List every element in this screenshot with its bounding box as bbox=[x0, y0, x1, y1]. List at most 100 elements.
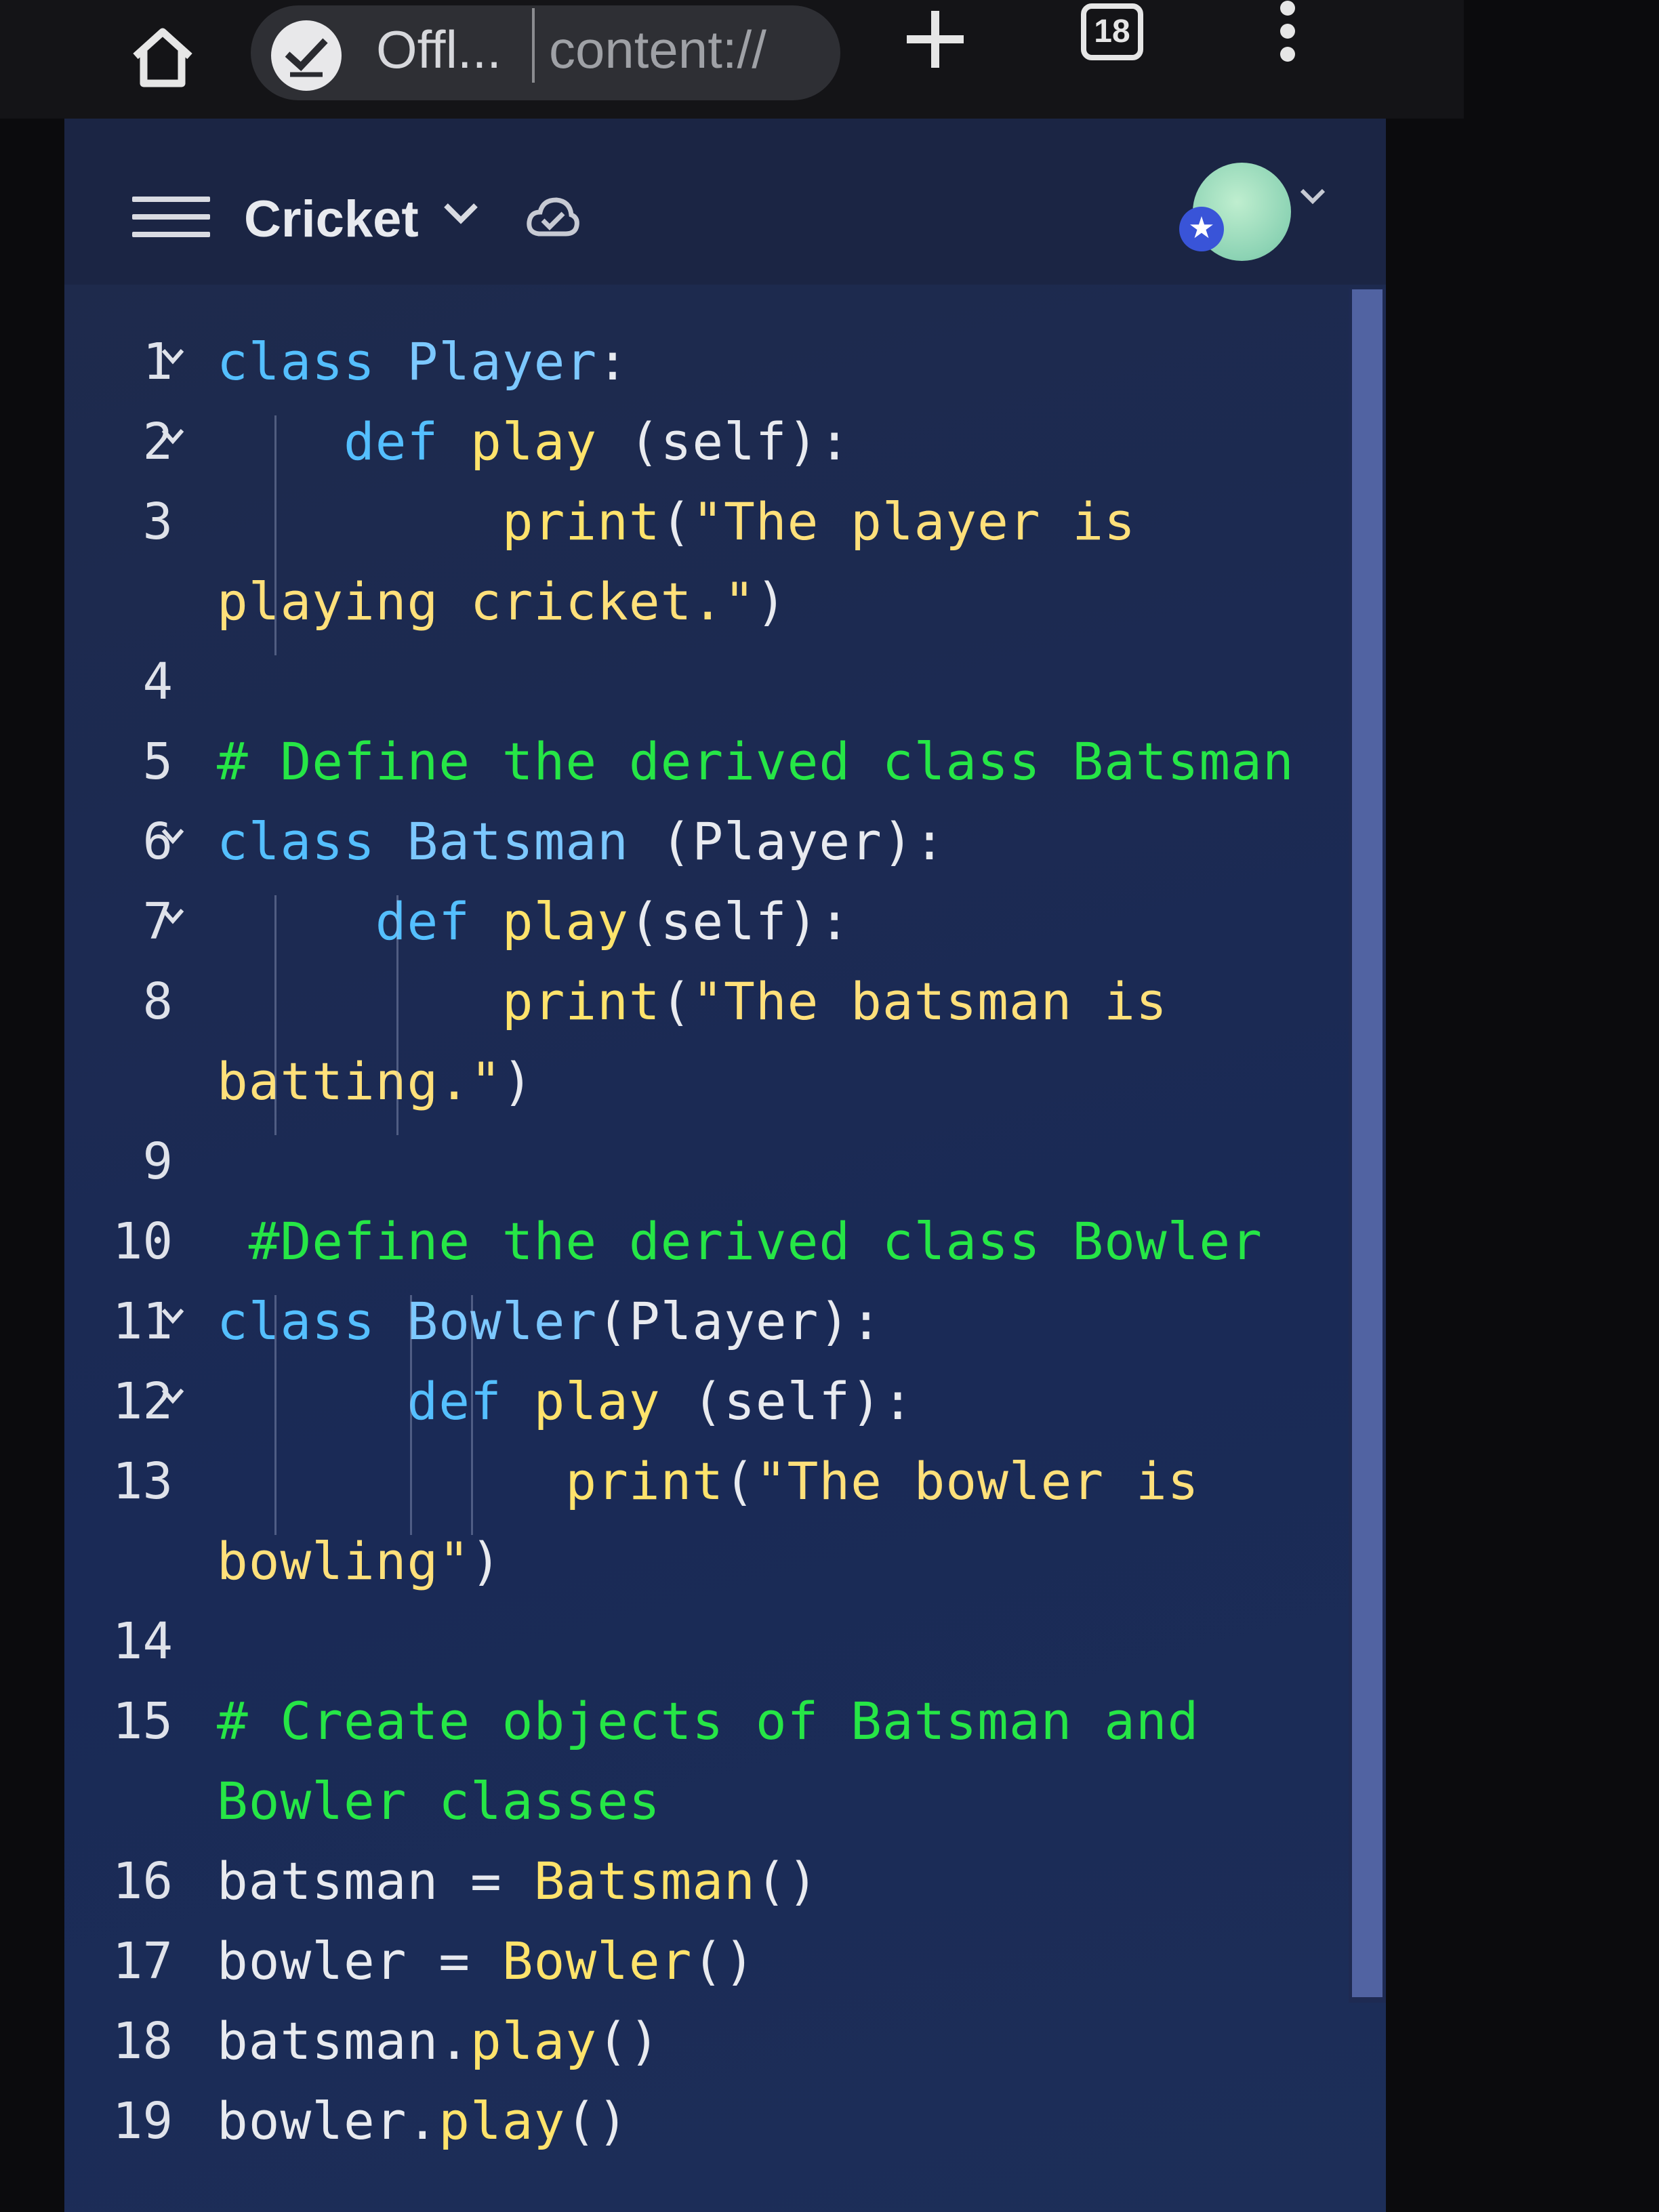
code-token: batsman = bbox=[217, 1851, 534, 1911]
code-line[interactable]: 19 bowler.play() bbox=[64, 2081, 1338, 2161]
project-name[interactable]: Cricket bbox=[244, 190, 419, 249]
code-line[interactable]: 9 bbox=[64, 1122, 1338, 1202]
code-line[interactable]: 5 # Define the derived class Batsman bbox=[64, 722, 1338, 802]
line-number: 15 bbox=[112, 1692, 173, 1750]
code-line[interactable]: 4 bbox=[64, 642, 1338, 722]
code-token: # Create objects of Batsman and bbox=[217, 1691, 1200, 1751]
hamburger-menu-button[interactable] bbox=[132, 197, 210, 251]
code-text[interactable]: print("The batsman is bbox=[217, 962, 1168, 1042]
line-number: 3 bbox=[142, 493, 173, 551]
code-line[interactable]: 18 batsman.play() bbox=[64, 2001, 1338, 2081]
code-token: print bbox=[565, 1451, 724, 1511]
code-line[interactable]: 7 def play(self): bbox=[64, 882, 1338, 962]
code-line[interactable]: 16 batsman = Batsman() bbox=[64, 1841, 1338, 1921]
cloud-sync-icon[interactable] bbox=[525, 194, 579, 242]
line-number: 18 bbox=[112, 2012, 173, 2070]
code-text[interactable]: def play (self): bbox=[217, 402, 851, 482]
fold-chevron-icon[interactable] bbox=[159, 822, 186, 849]
code-token: ( bbox=[660, 971, 693, 1031]
code-line[interactable]: 3 print("The player is bbox=[64, 482, 1338, 562]
code-token: ) bbox=[470, 1531, 502, 1591]
code-token: () bbox=[565, 2091, 629, 2151]
code-text[interactable]: bowler = Bowler() bbox=[217, 1921, 756, 2001]
code-text[interactable]: #Define the derived class Bowler bbox=[217, 1202, 1263, 1282]
code-text[interactable]: batsman = Batsman() bbox=[217, 1841, 819, 1921]
line-number: 5 bbox=[142, 733, 173, 791]
code-text[interactable]: def play(self): bbox=[217, 882, 851, 962]
tab-switcher-button[interactable]: 18 bbox=[1081, 3, 1143, 60]
code-line[interactable]: 13 print("The bowler is bbox=[64, 1441, 1338, 1521]
code-line[interactable]: playing cricket.") bbox=[64, 562, 1338, 642]
code-token: Bowler bbox=[407, 1291, 598, 1351]
code-token: ( bbox=[724, 1451, 756, 1511]
ide-header: Cricket ★ bbox=[64, 119, 1386, 285]
chevron-down-icon[interactable] bbox=[1298, 186, 1328, 207]
code-token: (Player): bbox=[660, 811, 946, 872]
fold-chevron-icon[interactable] bbox=[159, 342, 186, 369]
code-text[interactable]: print("The player is bbox=[217, 482, 1136, 562]
code-token: class bbox=[217, 811, 407, 872]
home-button[interactable] bbox=[129, 24, 197, 91]
offline-status-badge[interactable] bbox=[271, 20, 342, 91]
code-line[interactable]: 8 print("The batsman is bbox=[64, 962, 1338, 1042]
code-token: ) bbox=[501, 1051, 534, 1111]
code-text[interactable]: print("The bowler is bbox=[217, 1441, 1199, 1521]
code-line[interactable]: 1 class Player: bbox=[64, 322, 1338, 402]
code-token: play bbox=[501, 891, 629, 951]
code-line[interactable]: 14 bbox=[64, 1601, 1338, 1681]
code-token: print bbox=[501, 491, 661, 552]
new-tab-button[interactable] bbox=[901, 5, 969, 73]
code-token: bowling" bbox=[217, 1531, 471, 1591]
code-line[interactable]: bowling") bbox=[64, 1521, 1338, 1601]
code-token: : bbox=[597, 331, 629, 392]
code-line[interactable]: 15 # Create objects of Batsman and bbox=[64, 1681, 1338, 1761]
code-line[interactable]: 2 def play (self): bbox=[64, 402, 1338, 482]
code-text[interactable]: bowling") bbox=[217, 1521, 502, 1601]
code-token: # Define the derived class Batsman bbox=[217, 731, 1294, 792]
code-text[interactable]: def play (self): bbox=[217, 1361, 914, 1441]
code-token: Batsman bbox=[407, 811, 661, 872]
code-token: (self): bbox=[692, 1371, 914, 1431]
code-token: play bbox=[470, 411, 629, 472]
code-text[interactable]: class Bowler(Player): bbox=[217, 1282, 882, 1361]
browser-menu-button[interactable] bbox=[1267, 0, 1308, 68]
code-text[interactable]: bowler.play() bbox=[217, 2081, 629, 2161]
code-token: playing cricket." bbox=[217, 571, 756, 632]
code-text[interactable]: batting.") bbox=[217, 1042, 534, 1122]
editor-scrollbar-thumb[interactable] bbox=[1352, 289, 1382, 1997]
code-text[interactable]: Bowler classes bbox=[217, 1761, 661, 1841]
code-line[interactable]: 12 def play (self): bbox=[64, 1361, 1338, 1441]
code-text[interactable]: batsman.play() bbox=[217, 2001, 661, 2081]
code-line[interactable]: batting.") bbox=[64, 1042, 1338, 1122]
code-token: "The bowler is bbox=[755, 1451, 1200, 1511]
code-line[interactable]: Bowler classes bbox=[64, 1761, 1338, 1841]
code-line[interactable]: 6 class Batsman (Player): bbox=[64, 802, 1338, 882]
code-line[interactable]: 11 class Bowler(Player): bbox=[64, 1282, 1338, 1361]
code-token: ) bbox=[755, 571, 787, 632]
code-token: ( bbox=[660, 491, 693, 552]
code-text[interactable]: playing cricket.") bbox=[217, 562, 787, 642]
fold-chevron-icon[interactable] bbox=[159, 902, 186, 929]
fold-chevron-icon[interactable] bbox=[159, 1382, 186, 1409]
code-text[interactable]: # Create objects of Batsman and bbox=[217, 1681, 1199, 1761]
code-text[interactable]: # Define the derived class Batsman bbox=[217, 722, 1294, 802]
code-text[interactable]: class Player: bbox=[217, 322, 629, 402]
code-token: Bowler classes bbox=[217, 1771, 661, 1831]
address-bar[interactable]: content:// bbox=[549, 19, 817, 81]
code-line[interactable]: 17 bowler = Bowler() bbox=[64, 1921, 1338, 2001]
code-token: "The batsman is bbox=[692, 971, 1168, 1031]
chevron-down-icon[interactable] bbox=[441, 200, 481, 227]
code-token: print bbox=[501, 971, 661, 1031]
tab-title[interactable]: Offl... bbox=[376, 19, 501, 81]
fold-chevron-icon[interactable] bbox=[159, 1302, 186, 1329]
code-token: #Define the derived class Bowler bbox=[217, 1211, 1263, 1271]
ide-window: Cricket ★ 1 class Player: 2 def play (self… bbox=[64, 119, 1386, 2212]
indent-guide bbox=[274, 895, 276, 1135]
code-line[interactable]: 10 #Define the derived class Bowler bbox=[64, 1202, 1338, 1282]
code-text[interactable]: class Batsman (Player): bbox=[217, 802, 945, 882]
fold-chevron-icon[interactable] bbox=[159, 422, 186, 449]
